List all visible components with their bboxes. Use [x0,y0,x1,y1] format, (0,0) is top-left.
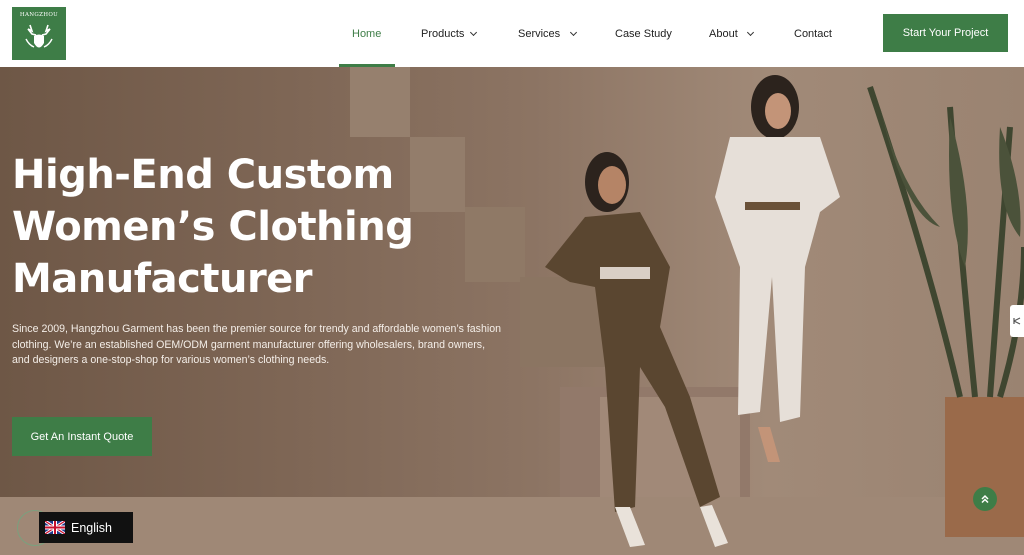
nav-about[interactable]: About [709,26,754,42]
uk-flag-icon [45,521,65,534]
hero-title: High-End Custom Women’s Clothing Manufac… [12,152,414,302]
chevron-down-icon [746,28,754,37]
hero-section: High-End Custom Women’s Clothing Manufac… [0,67,1024,555]
nav-services[interactable]: Services [518,26,578,42]
chevron-down-icon [470,28,478,37]
get-quote-button[interactable]: Get An Instant Quote [12,417,152,456]
nav-case-study[interactable]: Case Study [615,26,672,42]
nav-services-label: Services [518,28,561,40]
start-project-button[interactable]: Start Your Project [883,14,1008,52]
nav-home-label: Home [352,28,382,40]
nav-products-label: Products [421,28,465,40]
logo-text: HANGZHOU [19,12,59,18]
brand-logo[interactable]: HANGZHOU [12,7,66,60]
language-label: English [71,520,112,535]
hero-description: Since 2009, Hangzhou Garment has been th… [12,323,501,366]
arrows-icon [1013,317,1021,325]
language-selector[interactable]: English [39,512,133,543]
nav-contact[interactable]: Contact [794,26,832,42]
nav-products[interactable]: Products [421,26,478,42]
nav-contact-label: Contact [794,28,832,40]
nav-about-label: About [709,28,738,40]
chevron-down-icon [570,28,578,37]
nav-case-study-label: Case Study [615,28,672,40]
site-header: HANGZHOU Home Products Services Case Stu… [0,0,1024,67]
side-widget-tab[interactable] [1010,305,1024,337]
scroll-to-top-button[interactable] [973,487,997,511]
nav-home[interactable]: Home [352,26,381,42]
hero-background-photo [0,67,1024,555]
double-chevron-up-icon [981,494,989,504]
deer-crest-icon [25,24,53,48]
